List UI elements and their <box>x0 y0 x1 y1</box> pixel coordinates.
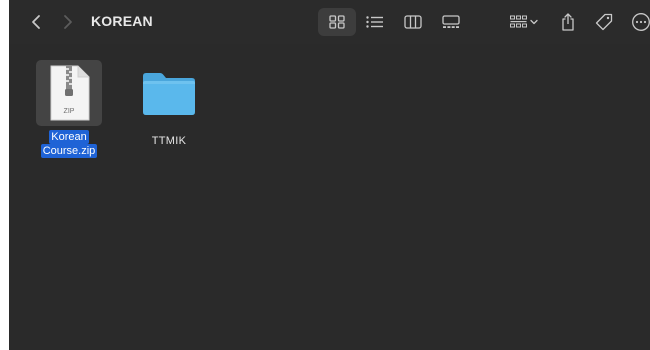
finder-window: KOREAN ZIP Korean Course.zip TTMIK <box>0 0 650 350</box>
column-view-icon <box>404 15 422 29</box>
ellipsis-circle-icon <box>632 13 650 31</box>
chevron-left-icon <box>32 15 40 29</box>
icon-view-button[interactable] <box>318 8 356 36</box>
folder-thumbnail[interactable] <box>136 60 202 126</box>
group-grid-icon <box>510 15 538 28</box>
list-view-button[interactable] <box>361 8 387 36</box>
gallery-view-button[interactable] <box>438 8 464 36</box>
tag-button[interactable] <box>592 8 616 36</box>
icon-view-icon <box>329 15 345 29</box>
gallery-view-icon <box>442 15 460 28</box>
window-title: KOREAN <box>91 13 153 29</box>
folder-icon <box>143 73 195 115</box>
zip-file-icon: ZIP <box>50 65 90 121</box>
tag-icon <box>595 13 613 31</box>
list-view-icon <box>365 16 383 28</box>
toolbar: KOREAN <box>9 0 650 44</box>
folder-name-label[interactable]: TTMIK <box>152 134 187 148</box>
folder-item[interactable]: TTMIK <box>129 60 209 148</box>
zip-thumbnail[interactable]: ZIP <box>36 60 102 126</box>
share-button[interactable] <box>557 8 579 36</box>
forward-button[interactable] <box>57 8 79 36</box>
file-name-line1: Korean <box>49 130 89 144</box>
file-item-zip[interactable]: ZIP Korean Course.zip <box>29 60 109 158</box>
column-view-button[interactable] <box>400 8 426 36</box>
file-name-label[interactable]: Korean Course.zip <box>40 130 98 158</box>
zip-badge: ZIP <box>64 108 75 115</box>
file-name-line2: Course.zip <box>40 144 98 158</box>
file-browser-area[interactable]: ZIP Korean Course.zip TTMIK <box>9 44 650 350</box>
group-menu-button[interactable] <box>505 8 543 36</box>
back-button[interactable] <box>25 8 47 36</box>
share-icon <box>562 13 574 31</box>
chevron-right-icon <box>64 15 72 29</box>
more-button[interactable] <box>629 8 650 36</box>
